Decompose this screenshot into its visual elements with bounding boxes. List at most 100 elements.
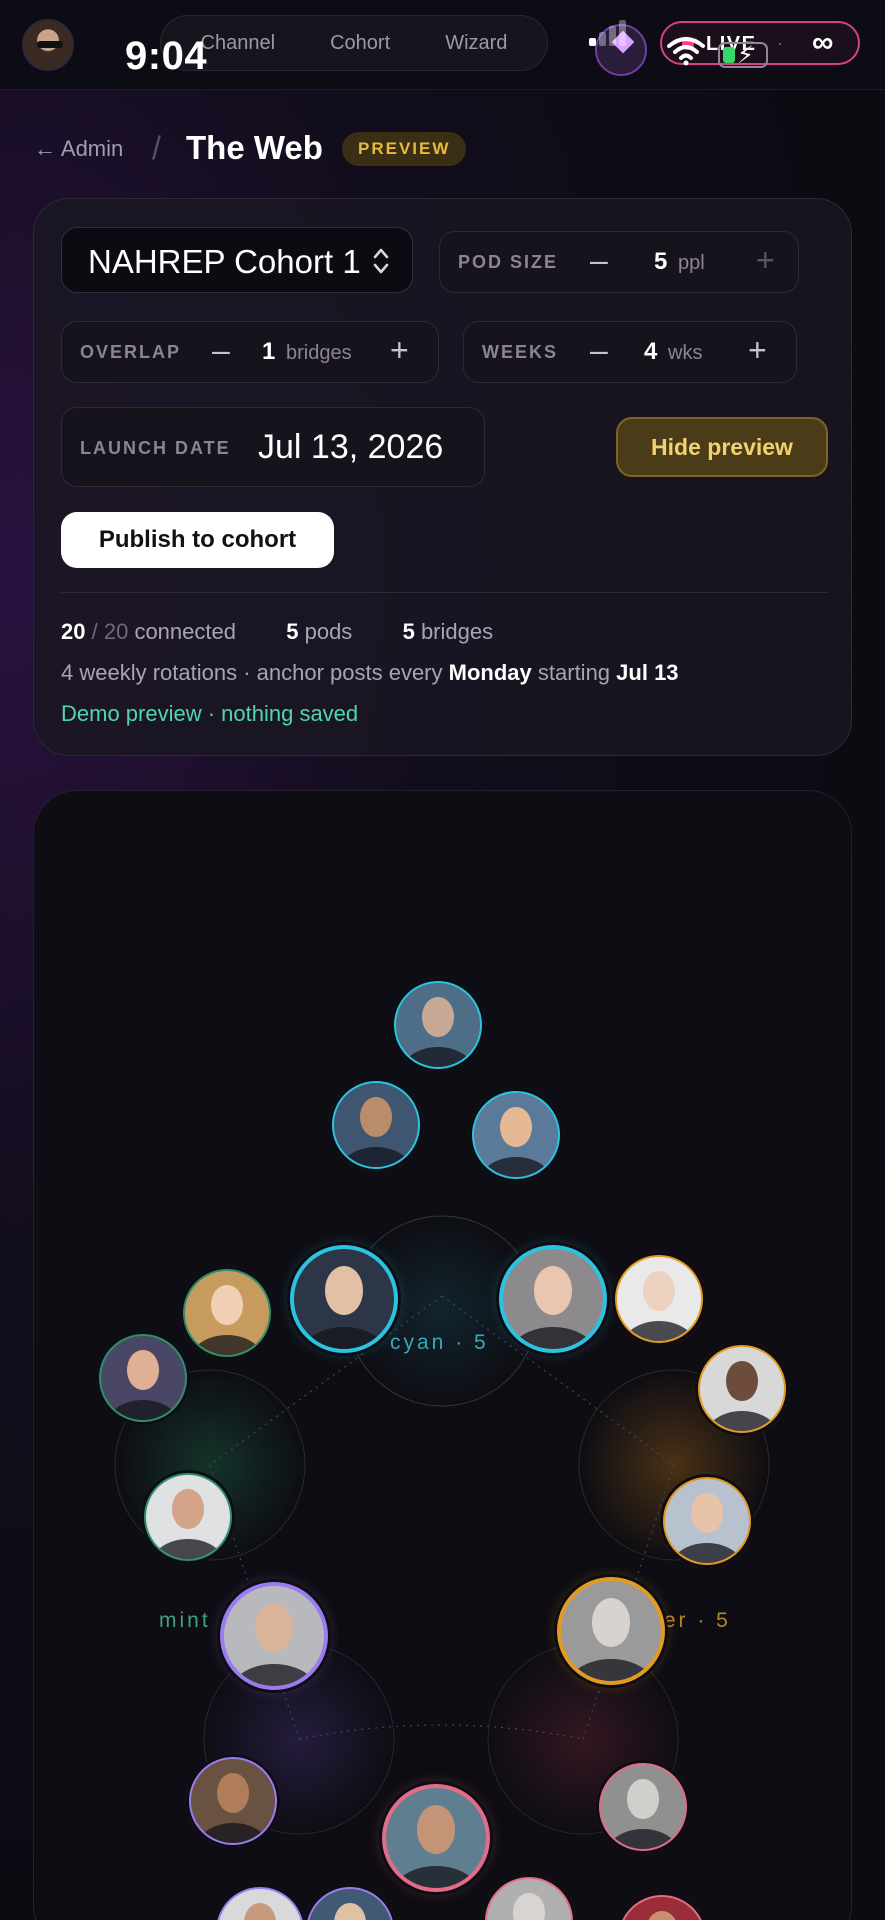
battery-icon: ⚡: [718, 42, 768, 69]
weeks-minus-button[interactable]: –: [590, 332, 608, 369]
avatar-shoulders: [704, 1410, 780, 1431]
live-infinity: ∞: [812, 26, 834, 59]
weeks-unit: wks: [668, 342, 703, 364]
pod-size-stepper: POD SIZE – 5 ppl +: [439, 231, 799, 293]
pod-label-mint: mint: [159, 1609, 211, 1632]
avatar-face: [513, 1893, 545, 1920]
overlap-unit: bridges: [286, 342, 352, 364]
avatar-face: [334, 1903, 366, 1920]
overlap-stepper: OVERLAP – 1 bridges +: [61, 321, 439, 383]
connected-word: connected: [134, 619, 236, 644]
weeks-label: WEEKS: [482, 342, 559, 362]
weeks-stepper: WEEKS – 4 wks +: [463, 321, 797, 383]
avatar-shoulders: [150, 1538, 226, 1559]
avatar-face: [211, 1285, 243, 1325]
hide-preview-button[interactable]: Hide preview: [616, 417, 828, 477]
overlap-minus-button[interactable]: –: [212, 332, 230, 369]
status-time: 9:04: [125, 34, 208, 78]
back-link[interactable]: ← Admin: [34, 136, 123, 162]
pod-size-label: POD SIZE: [458, 252, 559, 272]
avatar-face: [726, 1361, 758, 1401]
status-icons: LIVE · ∞ ⚡: [589, 18, 865, 76]
rotation-text: 4 weekly rotations · anchor posts every: [61, 660, 443, 685]
overlap-plus-button[interactable]: +: [390, 332, 409, 369]
avatar-face: [416, 1805, 456, 1854]
pod-size-unit: ppl: [678, 252, 705, 274]
breadcrumb-separator: /: [152, 130, 161, 166]
member-avatar[interactable]: [99, 1334, 187, 1422]
page-title: The Web: [186, 129, 323, 166]
pod-size-minus-button[interactable]: –: [590, 242, 608, 279]
member-avatar[interactable]: [183, 1269, 271, 1357]
weeks-plus-button[interactable]: +: [748, 332, 767, 369]
avatar-face: [360, 1097, 392, 1137]
avatar-shoulders: [605, 1828, 681, 1849]
page-header: ← Admin / The Web PREVIEW: [34, 128, 854, 172]
bridges-word: bridges: [420, 619, 494, 644]
pod-label-cyan: cyan · 5: [390, 1331, 489, 1354]
pod-size-plus-button[interactable]: +: [756, 242, 775, 279]
member-avatar[interactable]: [332, 1081, 420, 1169]
avatar-shoulders: [621, 1320, 697, 1341]
overlap-value: 1: [262, 338, 276, 365]
member-avatar[interactable]: [144, 1473, 232, 1561]
member-avatar[interactable]: [557, 1577, 665, 1685]
connected-total: / 20: [91, 619, 129, 644]
avatar-face: [646, 1911, 678, 1920]
tab-wizard[interactable]: Wizard: [445, 32, 507, 55]
avatar-face: [172, 1489, 204, 1529]
connection-stats: 20 / 20 connected 5 pods 5 bridges: [61, 619, 493, 645]
member-avatar[interactable]: [220, 1582, 328, 1690]
tab-channel[interactable]: Channel: [201, 32, 276, 55]
avatar-face: [591, 1598, 631, 1647]
rotation-day: Monday: [448, 660, 532, 685]
avatar-face: [643, 1271, 675, 1311]
top-nav: Channel Cohort Wizard: [160, 15, 548, 71]
member-avatar[interactable]: [599, 1763, 687, 1851]
avatar-face: [127, 1350, 159, 1390]
overlap-label: OVERLAP: [80, 342, 182, 362]
avatar-face: [627, 1779, 659, 1819]
member-avatar[interactable]: [663, 1477, 751, 1565]
member-avatar[interactable]: [290, 1245, 398, 1353]
avatar-shoulders: [478, 1156, 554, 1177]
avatar-face: [254, 1603, 294, 1652]
avatar-face: [422, 997, 454, 1037]
member-avatar[interactable]: [189, 1757, 277, 1845]
wifi-icon: [667, 37, 705, 66]
avatar-face: [500, 1107, 532, 1147]
avatar-shoulders: [400, 1046, 476, 1067]
avatar-shoulders: [338, 1146, 414, 1167]
avatar-shoulders: [195, 1822, 271, 1843]
launch-date-field[interactable]: LAUNCH DATE Jul 13, 2026: [61, 407, 485, 487]
publish-button[interactable]: Publish to cohort: [61, 512, 334, 568]
launch-date-label: LAUNCH DATE: [80, 438, 231, 458]
pod-size-value: 5: [654, 248, 668, 275]
connected-count: 20: [61, 619, 86, 644]
tab-cohort[interactable]: Cohort: [330, 32, 390, 55]
rotation-summary: 4 weekly rotations · anchor posts every …: [61, 660, 679, 686]
weeks-value: 4: [644, 338, 658, 365]
member-avatar[interactable]: [499, 1245, 607, 1353]
avatar-shoulders: [669, 1542, 745, 1563]
cohort-select[interactable]: NAHREP Cohort 1: [61, 227, 413, 293]
member-avatar[interactable]: [472, 1091, 560, 1179]
launch-date-value: Jul 13, 2026: [258, 428, 444, 466]
avatar-shoulders: [189, 1334, 265, 1355]
member-avatar[interactable]: [394, 981, 482, 1069]
user-avatar[interactable]: [22, 19, 74, 71]
member-avatar[interactable]: [382, 1784, 490, 1892]
avatar-face: [217, 1773, 249, 1813]
avatar-face: [244, 1903, 276, 1920]
preview-badge: PREVIEW: [342, 132, 467, 166]
avatar-face: [324, 1266, 364, 1315]
pods-word: pods: [304, 619, 353, 644]
chevron-updown-icon: [373, 248, 389, 274]
live-separator: ·: [777, 33, 783, 53]
member-avatar[interactable]: [615, 1255, 703, 1343]
bridges-count: 5: [402, 619, 415, 644]
avatar-face: [691, 1493, 723, 1533]
avatar-face: [533, 1266, 573, 1315]
member-avatar[interactable]: [698, 1345, 786, 1433]
card-divider: [61, 592, 828, 593]
